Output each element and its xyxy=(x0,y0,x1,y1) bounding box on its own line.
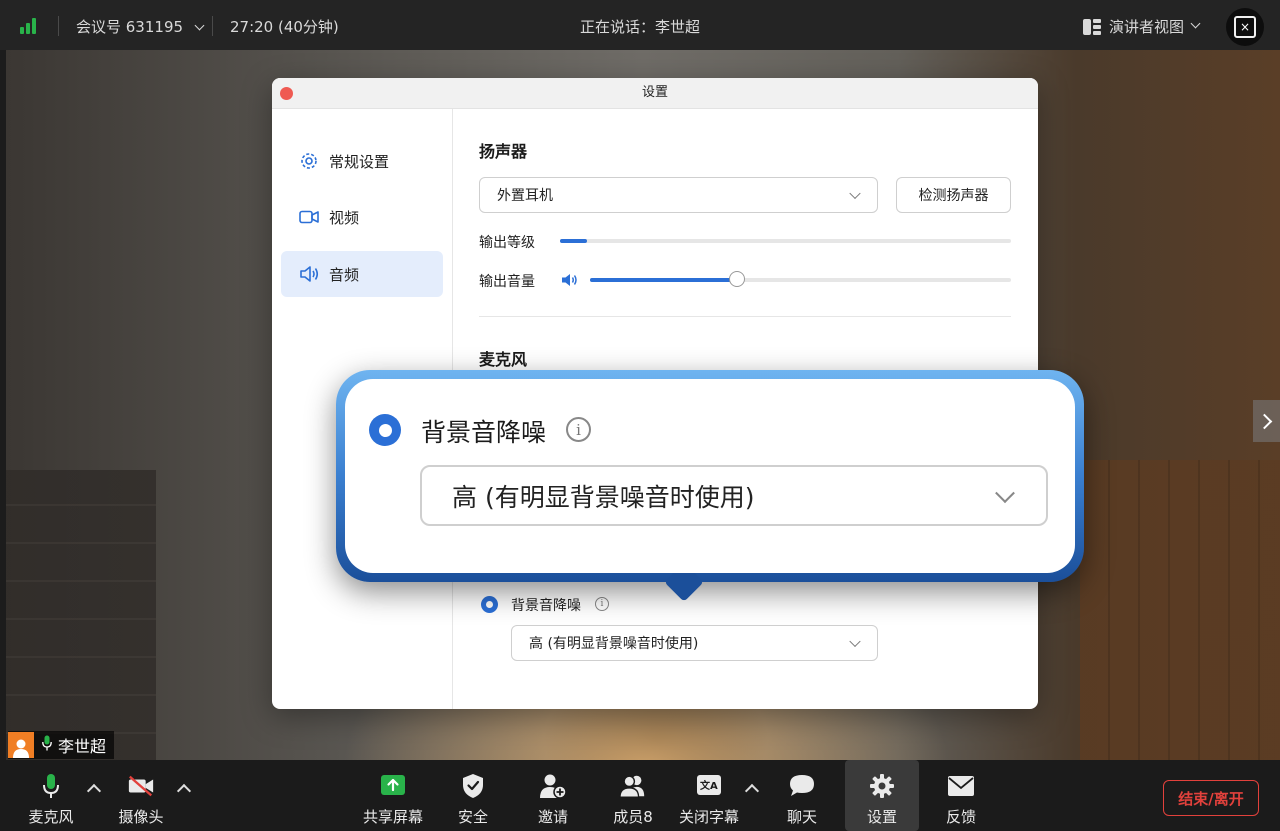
gear-icon xyxy=(299,151,319,171)
speaker-heading: 扬声器 xyxy=(479,142,528,161)
noise-suppression-radio[interactable] xyxy=(481,596,498,613)
invite-button[interactable]: 邀请 xyxy=(513,760,593,831)
chevron-down-icon xyxy=(849,635,861,648)
nav-video[interactable]: 视频 xyxy=(281,194,443,240)
speaker-view-icon xyxy=(1083,18,1101,35)
zoom-callout: 背景音降噪 i 高 (有明显背景噪音时使用) xyxy=(336,370,1084,602)
camera-icon xyxy=(299,207,319,227)
top-bar: 会议号 631195 27:20 (40分钟) 正在说话：李世超 演讲者视图 × xyxy=(0,0,1280,50)
chevron-down-icon xyxy=(1190,18,1201,29)
svg-text:文A: 文A xyxy=(700,779,718,792)
dialog-title: 设置 xyxy=(641,85,668,100)
view-mode-dropdown[interactable]: 演讲者视图 xyxy=(1083,16,1201,37)
envelope-icon xyxy=(947,772,975,800)
add-user-icon xyxy=(539,772,567,800)
noise-suppression-select-large[interactable]: 高 (有明显背景噪音时使用) xyxy=(420,465,1048,526)
share-screen-icon xyxy=(379,772,407,800)
output-volume-knob[interactable] xyxy=(729,271,746,287)
callout-body: 背景音降噪 i 高 (有明显背景噪音时使用) xyxy=(345,379,1075,573)
output-volume-label: 输出音量 xyxy=(479,274,535,290)
security-label: 安全 xyxy=(457,808,488,826)
shield-icon xyxy=(459,772,487,800)
view-mode-label: 演讲者视图 xyxy=(1109,18,1185,36)
participant-nametag: 李世超 xyxy=(8,731,115,759)
captions-label: 关闭字幕 xyxy=(678,808,739,826)
end-leave-button[interactable]: 结束/离开 xyxy=(1163,780,1259,816)
info-icon[interactable]: i xyxy=(566,417,591,442)
invite-label: 邀请 xyxy=(537,808,568,826)
mic-label: 麦克风 xyxy=(28,808,74,826)
fullscreen-button[interactable]: × xyxy=(1226,8,1264,46)
mic-icon xyxy=(42,735,52,755)
chevron-down-icon xyxy=(995,482,1015,503)
noise-suppression-label: 背景音降噪 xyxy=(511,598,581,614)
nav-label: 常规设置 xyxy=(329,152,390,171)
share-screen-label: 共享屏幕 xyxy=(362,808,423,826)
nav-general[interactable]: 常规设置 xyxy=(281,138,443,184)
members-label: 成员8 xyxy=(613,808,653,826)
mic-heading: 麦克风 xyxy=(479,350,528,369)
feedback-button[interactable]: 反馈 xyxy=(921,760,1001,831)
output-level-label: 输出等级 xyxy=(479,235,535,251)
output-volume-fill xyxy=(590,278,738,282)
nav-label: 音频 xyxy=(329,265,360,284)
test-speaker-button[interactable]: 检测扬声器 xyxy=(896,177,1011,213)
settings-label: 设置 xyxy=(866,808,897,826)
background-wood-panel xyxy=(1080,460,1280,760)
background-wall xyxy=(6,470,156,760)
security-button[interactable]: 安全 xyxy=(433,760,513,831)
share-screen-button[interactable]: 共享屏幕 xyxy=(353,760,433,831)
users-icon xyxy=(619,772,647,800)
speaker-device-select[interactable]: 外置耳机 xyxy=(479,177,878,213)
dialog-titlebar: 设置 xyxy=(272,78,1038,109)
output-level-fill xyxy=(560,239,588,243)
settings-button[interactable]: 设置 xyxy=(845,760,919,831)
members-button[interactable]: 成员8 xyxy=(593,760,673,831)
noise-suppression-value: 高 (有明显背景噪音时使用) xyxy=(529,636,699,652)
camera-button[interactable]: 摄像头 xyxy=(101,760,181,831)
speaker-device-value: 外置耳机 xyxy=(497,188,553,204)
chat-bubble-icon xyxy=(788,772,816,800)
captions-button[interactable]: 文A 关闭字幕 xyxy=(669,760,749,831)
next-page-button[interactable] xyxy=(1253,400,1280,442)
chat-label: 聊天 xyxy=(786,808,817,826)
speaker-icon xyxy=(299,264,319,284)
section-divider xyxy=(479,316,1011,317)
mic-button[interactable]: 麦克风 xyxy=(11,760,91,831)
chevron-right-icon xyxy=(1256,413,1273,429)
microphone-icon xyxy=(37,772,65,800)
output-volume-slider[interactable] xyxy=(590,271,1011,287)
noise-suppression-select[interactable]: 高 (有明显背景噪音时使用) xyxy=(511,625,878,661)
feedback-label: 反馈 xyxy=(945,808,976,826)
noise-suppression-radio-large[interactable] xyxy=(369,414,401,446)
info-icon[interactable]: i xyxy=(595,597,609,611)
nav-audio[interactable]: 音频 xyxy=(281,251,443,297)
nav-label: 视频 xyxy=(329,208,360,227)
output-level-meter xyxy=(560,239,1011,243)
translate-icon: 文A xyxy=(695,772,723,800)
noise-suppression-value-large: 高 (有明显背景噪音时使用) xyxy=(452,482,755,512)
chevron-down-icon xyxy=(849,187,861,200)
chat-button[interactable]: 聊天 xyxy=(762,760,842,831)
noise-suppression-label-large: 背景音降噪 xyxy=(421,418,547,447)
volume-icon xyxy=(561,272,579,291)
camera-label: 摄像头 xyxy=(118,808,164,826)
camera-off-icon xyxy=(127,772,155,800)
avatar xyxy=(8,732,34,758)
bottom-toolbar: 麦克风 摄像头 共享屏幕 安全 邀请 成员8 文A 关闭字幕 聊天 设置 反馈 xyxy=(0,760,1280,831)
gear-icon xyxy=(868,772,896,800)
participant-name: 李世超 xyxy=(58,737,107,756)
close-button[interactable] xyxy=(280,87,293,100)
fullscreen-icon: × xyxy=(1234,16,1256,38)
